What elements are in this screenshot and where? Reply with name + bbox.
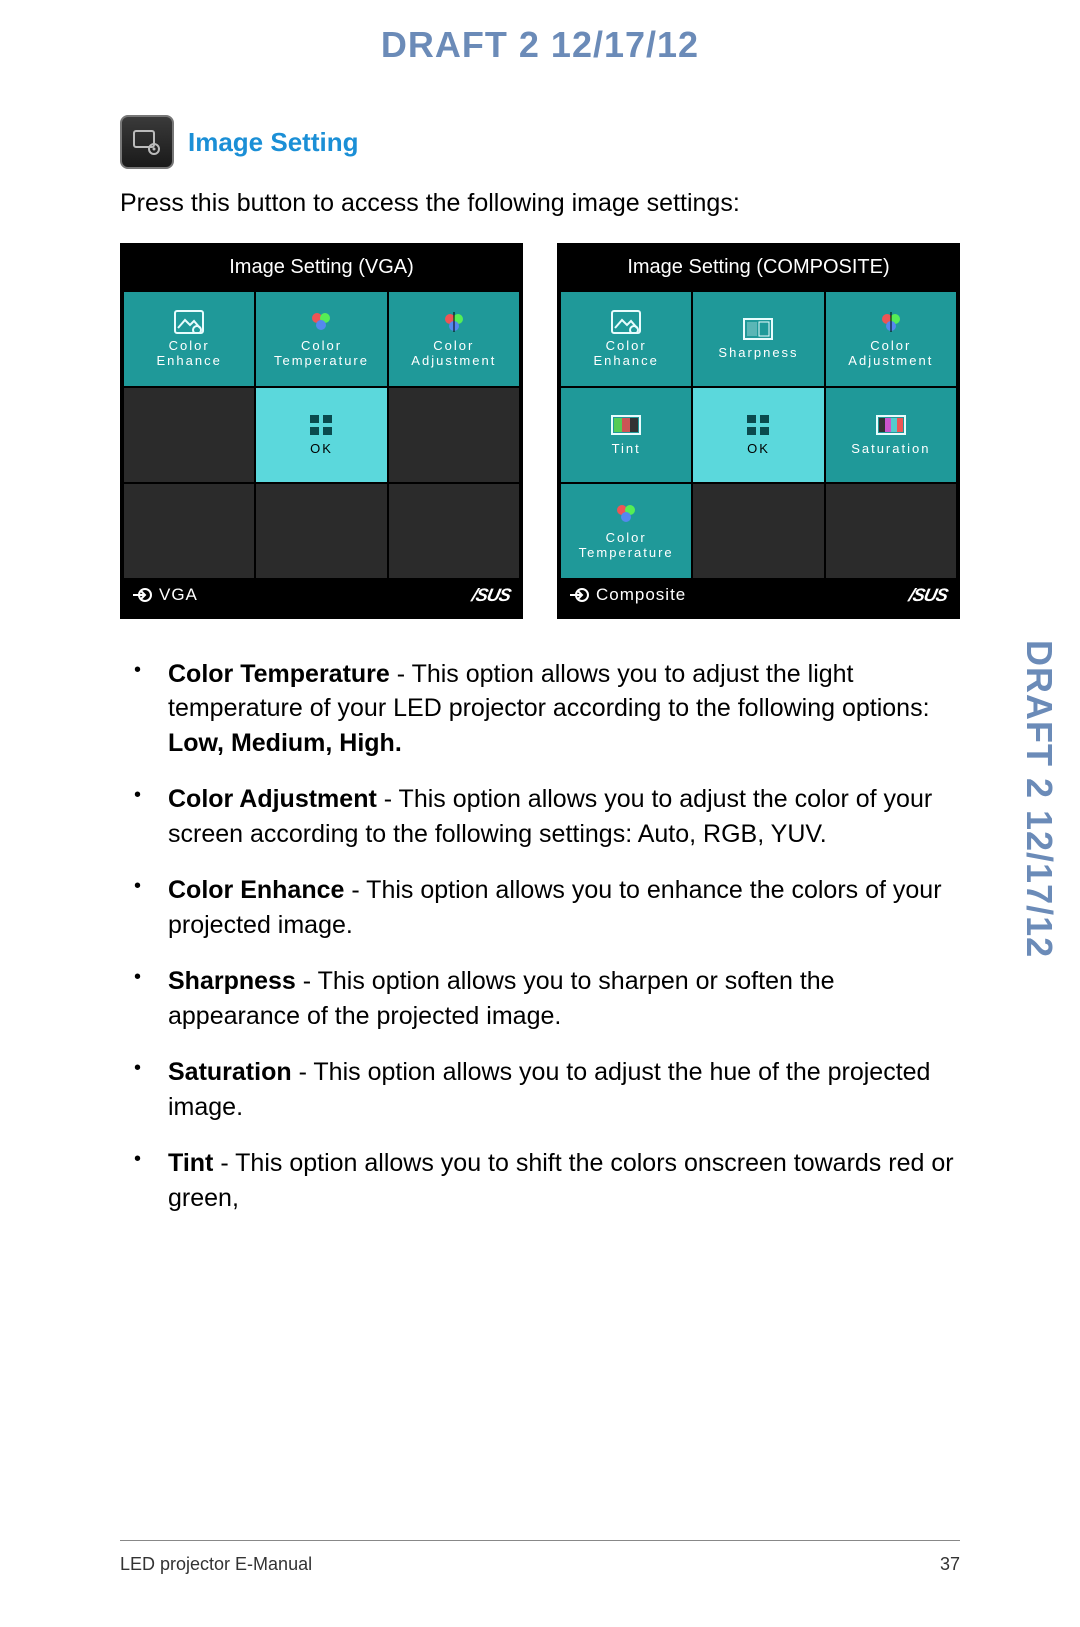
tile-empty [123, 483, 255, 579]
description-term: Color Enhance [168, 876, 344, 904]
tile-label: Color Adjustment [848, 339, 933, 369]
menu-panel: Image Setting (COMPOSITE) Color Enhance Sh… [557, 243, 960, 619]
picture-icon [611, 309, 641, 335]
tile-ok[interactable]: OK [692, 387, 824, 483]
tint-icon [611, 412, 641, 438]
tile-grid: Color Enhance Color Temperature Color Adju… [123, 291, 520, 579]
source-label: Composite [596, 585, 686, 605]
footer-rule [120, 1540, 960, 1541]
tile-ok[interactable]: OK [255, 387, 387, 483]
tile-color-adjustment[interactable]: Color Adjustment [388, 291, 520, 387]
tile-empty [825, 483, 957, 579]
sharp-icon [743, 316, 773, 342]
tile-label: Saturation [851, 442, 930, 457]
tile-sharpness[interactable]: Sharpness [692, 291, 824, 387]
description-term: Saturation [168, 1058, 292, 1086]
menu-panel: Image Setting (VGA) Color Enhance Color Te… [120, 243, 523, 619]
palette-icon [611, 501, 641, 527]
watermark-side: DRAFT 2 12/17/12 [1018, 640, 1060, 958]
brand-logo: /SUS [907, 585, 949, 606]
watermark-top: DRAFT 2 12/17/12 [0, 24, 1080, 66]
input-icon [133, 586, 153, 604]
input-source-indicator: Composite [570, 585, 686, 605]
tile-color-temperature[interactable]: Color Temperature [255, 291, 387, 387]
tile-label: Sharpness [718, 346, 798, 361]
description-term: Color Adjustment [168, 785, 377, 813]
tile-saturation[interactable]: Saturation [825, 387, 957, 483]
intro-text: Press this button to access the followin… [120, 187, 960, 221]
tile-color-temperature[interactable]: Color Temperature [560, 483, 692, 579]
palette-icon [306, 309, 336, 335]
rgb-icon [439, 309, 469, 335]
page-number: 37 [940, 1554, 960, 1575]
menu-title: Image Setting (VGA) [123, 246, 520, 291]
tile-label: Color Adjustment [411, 339, 496, 369]
image-setting-header-icon [120, 115, 174, 169]
tile-label: Color Enhance [594, 339, 659, 369]
menu-footer: Composite/SUS [560, 579, 957, 616]
description-term: Color Temperature [168, 660, 390, 688]
tile-empty [255, 483, 387, 579]
grid-icon [306, 412, 336, 438]
rgb-icon [876, 309, 906, 335]
tile-color-adjustment[interactable]: Color Adjustment [825, 291, 957, 387]
input-icon [570, 586, 590, 604]
section-title: Image Setting [188, 127, 358, 158]
source-label: VGA [159, 585, 198, 605]
description-item: Color Enhance - This option allows you t… [120, 873, 960, 942]
description-term: Tint [168, 1149, 213, 1177]
menu-footer: VGA/SUS [123, 579, 520, 616]
tile-label: Color Temperature [579, 531, 674, 561]
description-item: Sharpness - This option allows you to sh… [120, 964, 960, 1033]
description-text: - This option allows you to shift the co… [168, 1149, 954, 1212]
brand-logo: /SUS [470, 585, 512, 606]
description-item: Saturation - This option allows you to a… [120, 1055, 960, 1124]
description-options: Low, Medium, High. [168, 729, 402, 757]
description-item: Color Adjustment - This option allows yo… [120, 782, 960, 851]
tile-grid: Color Enhance Sharpness Color Adjustment Ti… [560, 291, 957, 579]
input-source-indicator: VGA [133, 585, 198, 605]
tile-label: OK [747, 442, 770, 457]
section-header: Image Setting [120, 115, 960, 169]
description-item: Color Temperature - This option allows y… [120, 657, 960, 761]
grid-icon [743, 412, 773, 438]
footer-text: LED projector E-Manual [120, 1554, 312, 1575]
description-item: Tint - This option allows you to shift t… [120, 1146, 960, 1215]
tile-label: OK [310, 442, 333, 457]
tile-empty [388, 387, 520, 483]
tile-empty [388, 483, 520, 579]
tile-label: Color Enhance [157, 339, 222, 369]
tile-label: Color Temperature [274, 339, 369, 369]
tile-empty [692, 483, 824, 579]
tile-tint[interactable]: Tint [560, 387, 692, 483]
tile-color-enhance[interactable]: Color Enhance [560, 291, 692, 387]
tile-label: Tint [612, 442, 641, 457]
sat-icon [876, 412, 906, 438]
picture-icon [174, 309, 204, 335]
menu-screenshots: Image Setting (VGA) Color Enhance Color Te… [120, 243, 960, 619]
menu-title: Image Setting (COMPOSITE) [560, 246, 957, 291]
description-term: Sharpness [168, 967, 296, 995]
tile-color-enhance[interactable]: Color Enhance [123, 291, 255, 387]
settings-descriptions: Color Temperature - This option allows y… [120, 657, 960, 1216]
tile-empty [123, 387, 255, 483]
